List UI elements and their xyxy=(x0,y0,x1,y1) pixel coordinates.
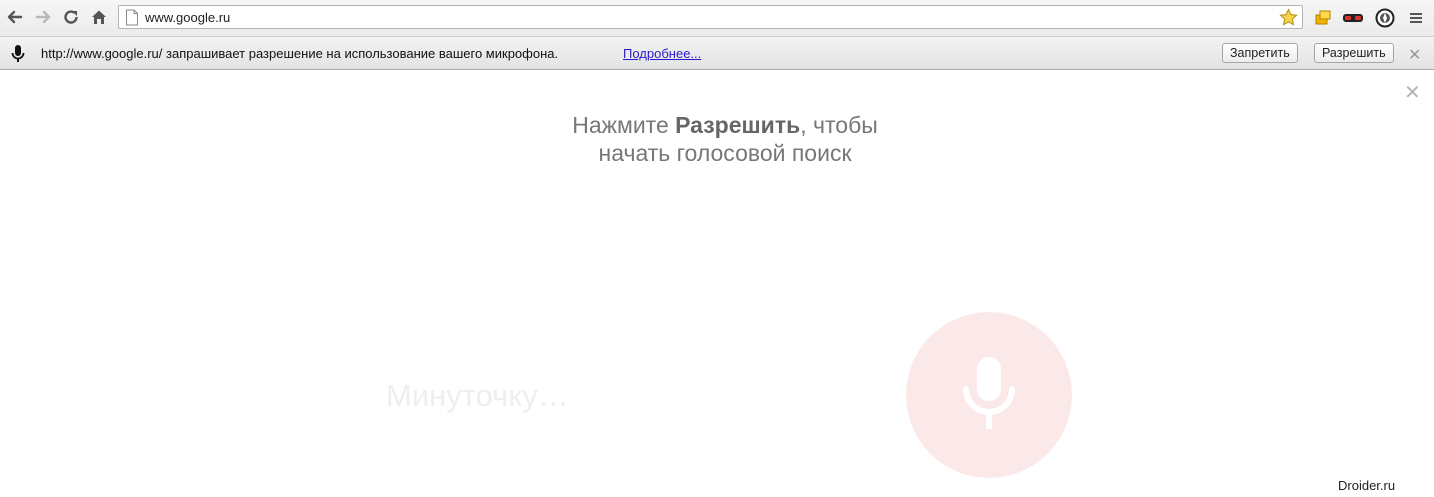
prompt-line-2: начать голосовой поиск xyxy=(598,140,852,166)
permission-infobar: http://www.google.ru/ запрашивает разреш… xyxy=(0,36,1434,70)
address-bar[interactable]: www.google.ru xyxy=(118,5,1303,29)
prompt-after: , чтобы xyxy=(800,112,878,138)
infobar-close-icon[interactable]: ✕ xyxy=(1408,45,1421,65)
back-button[interactable] xyxy=(4,6,26,28)
prompt-bold: Разрешить xyxy=(675,112,801,138)
voice-search-prompt: Нажмите Разрешить, чтобы начать голосово… xyxy=(0,111,1434,167)
forward-button[interactable] xyxy=(32,6,54,28)
home-button[interactable] xyxy=(88,6,110,28)
menu-icon[interactable] xyxy=(1405,7,1427,29)
reload-icon xyxy=(64,10,78,24)
back-arrow-icon xyxy=(7,10,23,24)
mask-extension-icon[interactable] xyxy=(1342,7,1364,29)
bookmark-star-icon[interactable] xyxy=(1279,8,1298,32)
voice-search-close-icon[interactable]: ✕ xyxy=(1404,80,1421,105)
microphone-icon xyxy=(10,44,26,69)
prompt-line-1: Нажмите Разрешить, чтобы xyxy=(0,111,1434,139)
url-text: www.google.ru xyxy=(145,10,231,25)
tag-extension-icon[interactable] xyxy=(1312,7,1334,29)
allow-button[interactable]: Разрешить xyxy=(1314,43,1394,63)
forward-arrow-icon xyxy=(35,10,51,24)
deny-button[interactable]: Запретить xyxy=(1222,43,1298,63)
wait-text: Минуточку… xyxy=(386,378,569,413)
compass-extension-icon[interactable] xyxy=(1374,7,1396,29)
page-icon xyxy=(125,9,139,31)
microphone-large-icon xyxy=(963,357,1015,429)
prompt-before: Нажмите xyxy=(572,112,676,138)
home-icon xyxy=(92,10,106,24)
reload-button[interactable] xyxy=(60,6,82,28)
watermark: Droider.ru xyxy=(1338,478,1396,493)
learn-more-link[interactable]: Подробнее... xyxy=(623,46,701,61)
permission-message: http://www.google.ru/ запрашивает разреш… xyxy=(41,46,559,61)
microphone-button[interactable] xyxy=(906,312,1072,478)
browser-toolbar: www.google.ru xyxy=(0,0,1434,36)
